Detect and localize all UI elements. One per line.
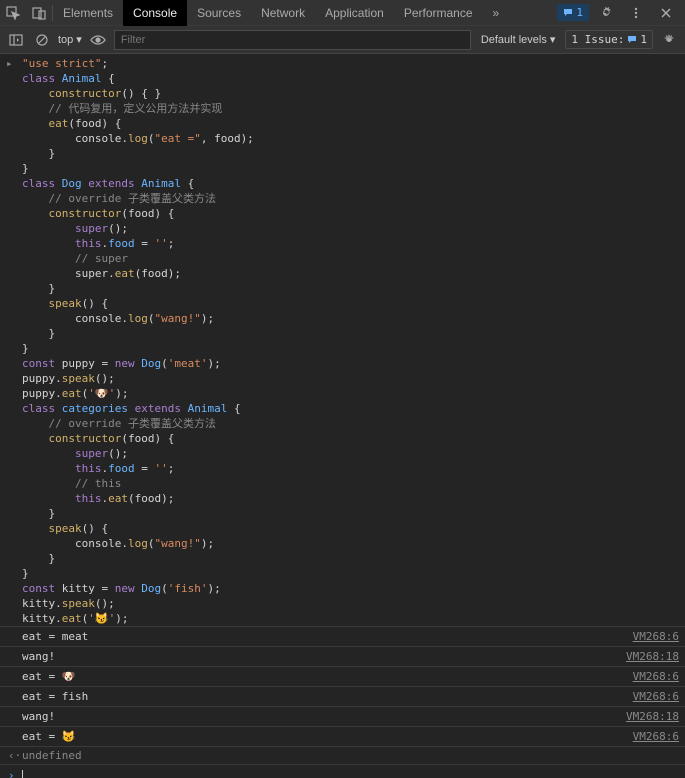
more-icon[interactable] <box>623 0 649 26</box>
log-source-link[interactable]: VM268:6 <box>633 729 679 744</box>
inspect-icon[interactable] <box>0 0 26 26</box>
log-source-link[interactable]: VM268:18 <box>626 649 679 664</box>
return-value: undefined <box>22 749 82 762</box>
console-log-row: eat = fish VM268:6 <box>0 687 685 707</box>
log-source-link[interactable]: VM268:6 <box>633 629 679 644</box>
device-toggle-icon[interactable] <box>26 0 52 26</box>
tab-network[interactable]: Network <box>251 0 315 26</box>
console-log-row: eat = 🐶 VM268:6 <box>0 667 685 687</box>
return-arrow-icon: ‹· <box>8 749 21 762</box>
log-message: eat = meat <box>22 629 88 644</box>
badge-count: 1 <box>576 6 583 19</box>
expand-arrow-icon[interactable]: ▸ <box>6 56 13 71</box>
log-message: eat = fish <box>22 689 88 704</box>
log-source-link[interactable]: VM268:6 <box>633 689 679 704</box>
clear-console-icon[interactable] <box>32 33 52 47</box>
eye-icon[interactable] <box>88 33 108 47</box>
caret <box>22 770 23 778</box>
tab-console[interactable]: Console <box>123 0 187 26</box>
console-prompt[interactable]: › <box>0 765 685 778</box>
issue-count: 1 <box>640 33 647 46</box>
console-toolbar: top▾ Default levels▾ 1 Issue:1 <box>0 26 685 54</box>
messages-badge[interactable]: 1 <box>557 4 589 21</box>
tab-performance[interactable]: Performance <box>394 0 483 26</box>
context-selector[interactable]: top▾ <box>58 33 82 46</box>
issue-label: 1 Issue: <box>571 33 624 46</box>
log-message: eat = 🐶 <box>22 669 75 684</box>
log-source-link[interactable]: VM268:18 <box>626 709 679 724</box>
log-source-link[interactable]: VM268:6 <box>633 669 679 684</box>
sidebar-toggle-icon[interactable] <box>6 33 26 47</box>
chevron-down-icon: ▾ <box>550 33 556 46</box>
devtools-tabbar: Elements Console Sources Network Applica… <box>0 0 685 26</box>
filter-input[interactable] <box>114 30 471 50</box>
chevron-down-icon: ▾ <box>76 33 82 46</box>
gear-icon[interactable] <box>593 0 619 26</box>
log-message: wang! <box>22 709 55 724</box>
settings-gear-icon[interactable] <box>659 33 679 47</box>
levels-selector[interactable]: Default levels▾ <box>477 33 560 46</box>
tab-overflow[interactable]: » <box>483 0 510 26</box>
tab-elements[interactable]: Elements <box>53 0 123 26</box>
console-return-row: ‹·undefined <box>0 747 685 765</box>
log-message: wang! <box>22 649 55 664</box>
console-body: ▸ "use strict"; class Animal { construct… <box>0 54 685 778</box>
tab-sources[interactable]: Sources <box>187 0 251 26</box>
console-input-code: ▸ "use strict"; class Animal { construct… <box>0 54 685 627</box>
context-label: top <box>58 34 73 46</box>
prompt-arrow-icon: › <box>8 769 15 778</box>
log-message: eat = 😼 <box>22 729 75 744</box>
console-log-row: eat = 😼 VM268:6 <box>0 727 685 747</box>
tab-application[interactable]: Application <box>315 0 394 26</box>
close-icon[interactable] <box>653 0 679 26</box>
console-log-row: wang! VM268:18 <box>0 647 685 667</box>
console-log-row: eat = meat VM268:6 <box>0 627 685 647</box>
issues-badge[interactable]: 1 Issue: 1 <box>565 30 653 49</box>
console-log-row: wang! VM268:18 <box>0 707 685 727</box>
levels-label: Default levels <box>481 34 547 46</box>
